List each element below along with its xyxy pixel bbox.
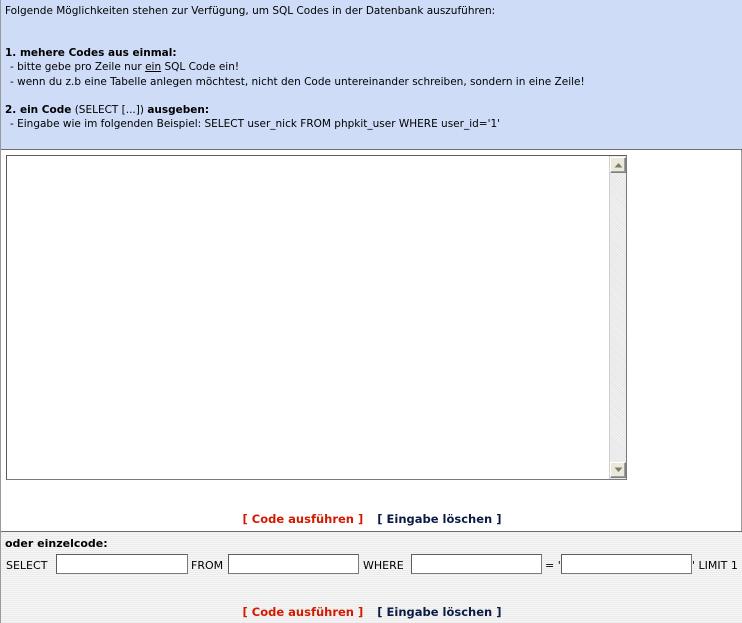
intro-text: Folgende Möglichkeiten stehen zur Verfüg… — [5, 5, 496, 17]
underlined-word: ein — [145, 61, 162, 74]
section1-line2: - wenn du z.b eine Tabelle anlegen möcht… — [10, 75, 585, 88]
page-frame: Folgende Möglichkeiten stehen zur Verfüg… — [0, 0, 742, 623]
where-field[interactable] — [411, 554, 542, 574]
select-label: SELECT — [6, 559, 48, 572]
single-query-row: SELECT FROM WHERE = ' ' LIMIT 1 — [1, 553, 742, 575]
from-field[interactable] — [228, 554, 359, 574]
arrow-up-icon — [614, 163, 623, 168]
value-field[interactable] — [561, 554, 692, 574]
where-label: WHERE — [363, 559, 404, 572]
scroll-down-button[interactable] — [610, 462, 626, 478]
instructions-panel: Folgende Möglichkeiten stehen zur Verfüg… — [1, 0, 742, 150]
equals-label: = ' — [545, 559, 561, 572]
sql-codes-textarea[interactable] — [7, 156, 610, 479]
clear-single-input-button[interactable]: [ Eingabe löschen ] — [377, 605, 501, 619]
section1-title: 1. mehere Codes aus einmal: — [5, 47, 177, 60]
arrow-down-icon — [614, 467, 623, 472]
run-code-button[interactable]: [ Code ausführen ] — [243, 512, 364, 526]
select-field[interactable] — [56, 554, 188, 574]
from-label: FROM — [191, 559, 224, 572]
run-single-code-button[interactable]: [ Code ausführen ] — [243, 605, 364, 619]
single-code-title: oder einzelcode: — [5, 537, 108, 550]
scroll-up-button[interactable] — [610, 157, 626, 173]
vertical-scrollbar[interactable] — [609, 156, 626, 479]
section2-title: 2. ein Code (SELECT [...]) ausgeben: — [5, 103, 210, 116]
single-code-actions: [ Code ausführen ] [ Eingabe löschen ] — [1, 605, 742, 619]
sql-editor-box — [6, 155, 627, 480]
limit-label: ' LIMIT 1 — [692, 559, 738, 572]
section2-line1: - Eingabe wie im folgenden Beispiel: SEL… — [10, 118, 501, 131]
clear-input-button[interactable]: [ Eingabe löschen ] — [377, 512, 501, 526]
section1-line1: - bitte gebe pro Zeile nur ein SQL Code … — [10, 61, 240, 74]
multi-code-actions: [ Code ausführen ] [ Eingabe löschen ] — [1, 512, 742, 526]
